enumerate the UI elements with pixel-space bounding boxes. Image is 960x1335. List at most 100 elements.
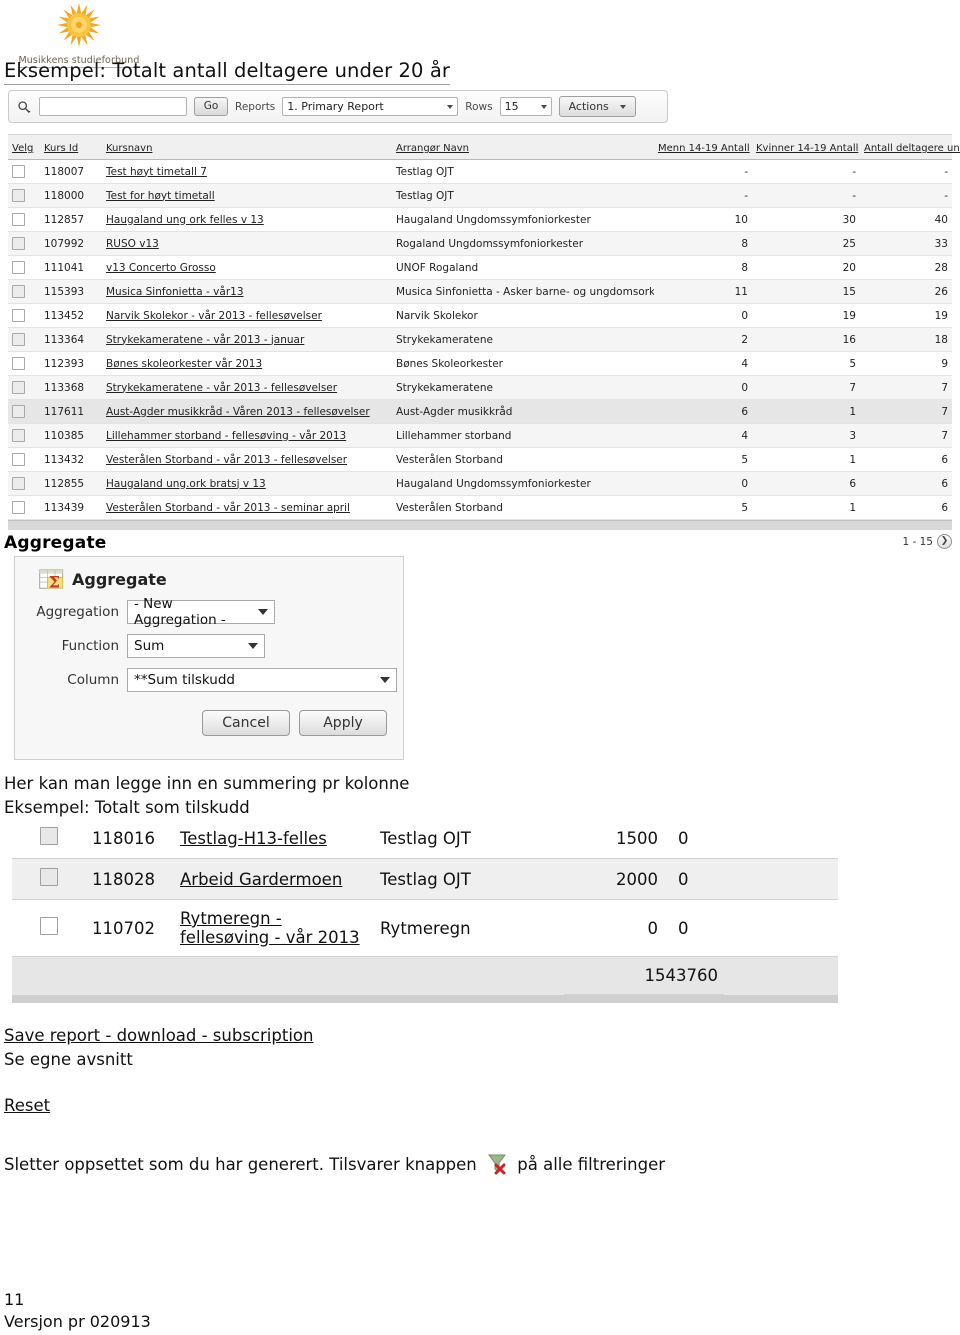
sun-icon: [56, 2, 102, 48]
cell-kurs-id: 113368: [40, 375, 102, 400]
column-row: Column **Sum tilskudd: [15, 668, 403, 692]
interactive-report: Go Reports 1. Primary Report Rows 15 Act…: [8, 90, 960, 549]
kursnavn-link[interactable]: Aust-Agder musikkråd - Våren 2013 - fell…: [106, 406, 370, 418]
row-checkbox[interactable]: [12, 357, 25, 370]
row-checkbox[interactable]: [12, 165, 25, 178]
column-header-menn[interactable]: Menn 14-19 Antall: [654, 134, 752, 160]
summary-cell-value1: 2000: [564, 858, 664, 900]
table-row: 113432 Vesterålen Storband - vår 2013 - f…: [8, 447, 952, 472]
function-select[interactable]: Sum: [127, 634, 265, 658]
kursnavn-link[interactable]: Bønes skoleorkester vår 2013: [106, 358, 262, 370]
cell-kursnavn: Strykekameratene - vår 2013 - januar: [102, 327, 392, 352]
table-row: 112855 Haugaland ung.ork bratsj v 13 Hauga…: [8, 471, 952, 496]
summary-row-checkbox[interactable]: [40, 868, 58, 886]
kursnavn-link[interactable]: Haugaland ung.ork bratsj v 13: [106, 478, 266, 490]
aggregation-row: Aggregation - New Aggregation -: [15, 596, 403, 628]
column-header-kurs-id[interactable]: Kurs Id: [40, 134, 102, 160]
column-select[interactable]: **Sum tilskudd: [127, 668, 397, 692]
cell-kursnavn: Vesterålen Storband - vår 2013 - seminar…: [102, 495, 392, 520]
kursnavn-link[interactable]: Lillehammer storband - fellesøving - vår…: [106, 430, 346, 442]
save-report-text: Se egne avsnitt: [4, 1050, 133, 1069]
cell-kursnavn: Strykekameratene - vår 2013 - fellesøvel…: [102, 375, 392, 400]
row-checkbox[interactable]: [12, 501, 25, 514]
column-header-velg[interactable]: Velg: [8, 134, 40, 160]
rows-select[interactable]: 15: [499, 97, 552, 116]
cancel-button[interactable]: Cancel: [202, 710, 290, 736]
kursnavn-link[interactable]: Musica Sinfonietta - vår13: [106, 286, 244, 298]
go-button[interactable]: Go: [194, 97, 228, 116]
cell-kvinner: 19: [752, 303, 860, 328]
row-checkbox[interactable]: [12, 429, 25, 442]
row-checkbox[interactable]: [12, 333, 25, 346]
cell-total: -: [860, 183, 952, 208]
cell-kvinner: 30: [752, 207, 860, 232]
kursnavn-link[interactable]: Strykekameratene - vår 2013 - fellesøvel…: [106, 382, 337, 394]
row-checkbox[interactable]: [12, 285, 25, 298]
actions-button-label: Actions: [568, 100, 609, 113]
column-header-kvinner[interactable]: Kvinner 14-19 Antall: [752, 134, 860, 160]
kursnavn-link[interactable]: Vesterålen Storband - vår 2013 - seminar…: [106, 502, 350, 514]
reset-description-after: på alle filtreringer: [517, 1155, 666, 1174]
cell-menn: 5: [654, 495, 752, 520]
row-checkbox[interactable]: [12, 309, 25, 322]
cell-kurs-id: 113432: [40, 447, 102, 472]
cell-kursnavn: Test høyt timetall 7: [102, 159, 392, 184]
kursnavn-link[interactable]: Narvik Skolekor - vår 2013 - fellesøvels…: [106, 310, 322, 322]
kursnavn-link[interactable]: RUSO v13: [106, 238, 159, 250]
row-checkbox[interactable]: [12, 261, 25, 274]
save-report-heading[interactable]: Save report - download - subscription: [4, 1026, 313, 1045]
cell-kurs-id: 118007: [40, 159, 102, 184]
kursnavn-link[interactable]: Strykekameratene - vår 2013 - januar: [106, 334, 304, 346]
summary-row-checkbox[interactable]: [40, 827, 58, 845]
cell-arrangor: Testlag OJT: [392, 159, 654, 184]
row-select-cell: [8, 495, 40, 520]
summary-kursnavn-link[interactable]: Arbeid Gardermoen: [180, 870, 342, 889]
cell-arrangor: Aust-Agder musikkråd: [392, 399, 654, 424]
kursnavn-link[interactable]: Haugaland ung ork felles v 13: [106, 214, 264, 226]
cell-kvinner: 6: [752, 471, 860, 496]
table-row: 110385 Lillehammer storband - fellesøving…: [8, 423, 952, 448]
kursnavn-link[interactable]: Test høyt timetall 7: [106, 166, 207, 178]
row-checkbox[interactable]: [12, 477, 25, 490]
row-checkbox[interactable]: [12, 213, 25, 226]
reset-heading[interactable]: Reset: [4, 1096, 50, 1115]
column-header-arrangor-navn[interactable]: Arrangør Navn: [392, 134, 654, 160]
filter-remove-icon: [488, 1154, 506, 1175]
cell-kursnavn: v13 Concerto Grosso: [102, 255, 392, 280]
row-checkbox[interactable]: [12, 381, 25, 394]
cell-kurs-id: 110385: [40, 423, 102, 448]
column-header-kursnavn[interactable]: Kursnavn: [102, 134, 392, 160]
actions-button[interactable]: Actions: [558, 96, 636, 117]
kursnavn-link[interactable]: Test for høyt timetall: [106, 190, 215, 202]
summary-kursnavn-link[interactable]: Rytmeregn - fellesøving - vår 2013: [180, 909, 360, 947]
summary-row-checkbox[interactable]: [40, 917, 58, 935]
search-icon[interactable]: [16, 99, 32, 115]
chevron-right-icon[interactable]: ❯: [937, 534, 952, 549]
table-row: 107992 RUSO v13 Rogaland Ungdomssymfoniork…: [8, 231, 952, 256]
report-toolbar: Go Reports 1. Primary Report Rows 15 Act…: [8, 90, 668, 123]
table-row: 113439 Vesterålen Storband - vår 2013 - s…: [8, 495, 952, 520]
apply-button[interactable]: Apply: [299, 710, 387, 736]
row-checkbox[interactable]: [12, 405, 25, 418]
reports-select-value: 1. Primary Report: [287, 100, 384, 113]
cell-menn: 6: [654, 399, 752, 424]
table-row: 118000 Test for høyt timetall Testlag OJT -…: [8, 183, 952, 208]
chevron-down-icon: [540, 104, 547, 109]
function-label: Function: [61, 638, 119, 654]
cell-arrangor: Lillehammer storband: [392, 423, 654, 448]
row-checkbox[interactable]: [12, 189, 25, 202]
kursnavn-link[interactable]: v13 Concerto Grosso: [106, 262, 216, 274]
summary-kursnavn-link[interactable]: Testlag-H13-felles: [180, 829, 327, 848]
row-select-cell: [8, 207, 40, 232]
row-checkbox[interactable]: [12, 237, 25, 250]
column-header-antall-under-20[interactable]: Antall deltagere under 20 år: [860, 134, 960, 160]
summary-cell-arrangor: Rytmeregn: [374, 899, 564, 957]
cell-arrangor: Vesterålen Storband: [392, 447, 654, 472]
search-input[interactable]: [39, 97, 187, 116]
row-checkbox[interactable]: [12, 453, 25, 466]
reports-select[interactable]: 1. Primary Report: [282, 97, 459, 116]
cell-kurs-id: 107992: [40, 231, 102, 256]
page-number: 11: [4, 1290, 25, 1309]
aggregation-select[interactable]: - New Aggregation -: [127, 596, 275, 628]
kursnavn-link[interactable]: Vesterålen Storband - vår 2013 - fellesø…: [106, 454, 347, 466]
